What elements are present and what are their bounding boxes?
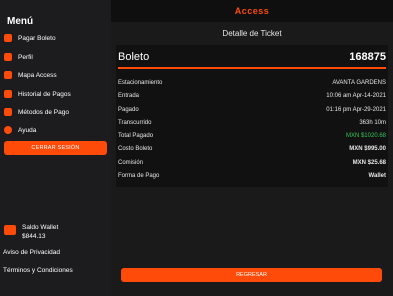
logout-button[interactable]: CERRAR SESIÓN [4, 141, 107, 155]
brand-logo: Access [234, 6, 270, 16]
ticket-card: Boleto 168875 Estacionamiento AVANTA GAR… [116, 45, 388, 187]
detail-label: Entrada [118, 93, 140, 99]
detail-row: Total Pagado MXN $1020.68 [118, 133, 386, 139]
sidebar: Menú Pagar Boleto Perfil Mapa Access His… [0, 0, 111, 296]
sidebar-item-label: Mapa Access [18, 71, 57, 79]
ticket-icon [4, 34, 12, 42]
detail-row: Transcurrido 363h 10m [118, 120, 386, 126]
detail-row: Comisión MXN $25.68 [118, 160, 386, 166]
wallet-label: Saldo Wallet [22, 224, 59, 231]
detail-row: Entrada 10:06 am Apr-14-2021 [118, 93, 386, 99]
wallet-amount: $844.13 [22, 233, 46, 240]
wallet-icon [4, 225, 16, 235]
detail-label: Total Pagado [118, 133, 154, 139]
terms-link[interactable]: Términos y Condiciones [3, 267, 73, 274]
detail-value: Wallet [368, 173, 386, 179]
history-icon [4, 90, 12, 98]
top-bar: Access [111, 0, 393, 22]
back-button[interactable]: REGRESAR [121, 268, 382, 282]
detail-row: Forma de Pago Wallet [118, 173, 386, 179]
page-title: Detalle de Ticket [222, 29, 282, 38]
sidebar-item-label: Ayuda [18, 126, 37, 134]
sidebar-item-label: Métodos de Pago [18, 108, 69, 116]
detail-label: Estacionamiento [118, 80, 163, 86]
detail-label: Forma de Pago [118, 173, 160, 179]
sidebar-item-ayuda[interactable]: Ayuda [4, 124, 36, 136]
sidebar-item-label: Perfil [18, 53, 33, 61]
detail-label: Comisión [118, 160, 144, 166]
user-icon [4, 53, 12, 61]
help-icon [4, 126, 12, 134]
sidebar-item-mapa-access[interactable]: Mapa Access [4, 69, 57, 81]
card-icon [4, 108, 12, 116]
detail-value: AVANTA GARDENS [332, 80, 386, 86]
detail-value: MXN $25.68 [352, 160, 386, 166]
detail-value: 01:16 pm Apr-29-2021 [326, 107, 386, 113]
wallet-balance: Saldo Wallet $844.13 [4, 223, 58, 241]
sidebar-item-metodos-de-pago[interactable]: Métodos de Pago [4, 106, 69, 118]
sidebar-item-perfil[interactable]: Perfil [4, 51, 33, 63]
main-panel: Access Detalle de Ticket Boleto 168875 E… [111, 0, 393, 296]
detail-row: Estacionamiento AVANTA GARDENS [118, 80, 386, 86]
detail-row: Pagado 01:16 pm Apr-29-2021 [118, 107, 386, 113]
ticket-label: Boleto [118, 51, 150, 63]
detail-value: MXN $1020.68 [345, 133, 386, 139]
detail-value: MXN $995.00 [349, 146, 386, 152]
detail-value: 363h 10m [359, 120, 386, 126]
ticket-number: 168875 [349, 51, 386, 63]
detail-row: Costo Boleto MXN $995.00 [118, 146, 386, 152]
detail-label: Pagado [118, 107, 139, 113]
sidebar-item-label: Pagar Boleto [18, 34, 56, 42]
divider [118, 67, 386, 69]
sidebar-item-label: Historial de Pagos [18, 90, 71, 98]
map-icon [4, 71, 12, 79]
detail-label: Transcurrido [118, 120, 152, 126]
detail-label: Costo Boleto [118, 146, 153, 152]
sidebar-item-pagar-boleto[interactable]: Pagar Boleto [4, 32, 56, 44]
sidebar-item-historial-de-pagos[interactable]: Historial de Pagos [4, 88, 71, 100]
privacy-link[interactable]: Aviso de Privacidad [3, 249, 60, 256]
ticket-header: Boleto 168875 [118, 51, 386, 63]
menu-title: Menú [7, 16, 34, 27]
detail-value: 10:06 am Apr-14-2021 [326, 93, 386, 99]
